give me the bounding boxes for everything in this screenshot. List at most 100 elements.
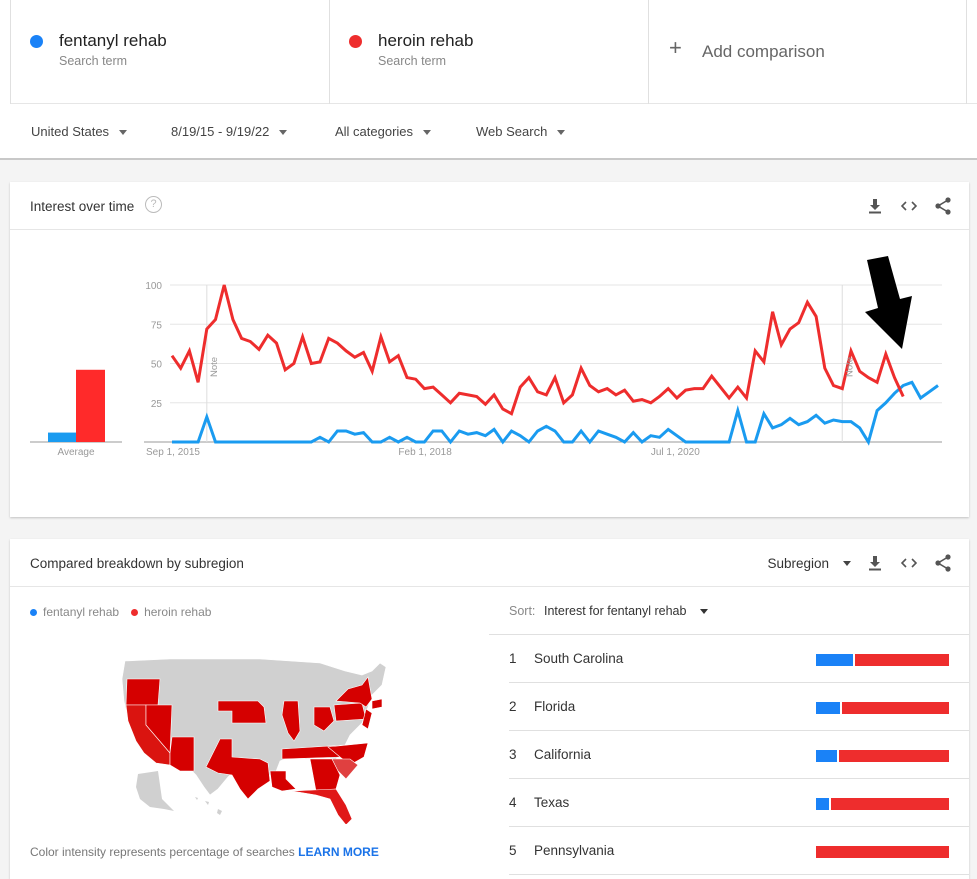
state-name: California <box>534 747 592 762</box>
state-pennsylvania[interactable] <box>333 702 367 722</box>
term-color-dot <box>349 35 362 48</box>
fentanyl-bar-segment <box>816 798 830 810</box>
annotation-arrow <box>865 256 912 349</box>
map-hawaii[interactable] <box>195 797 222 815</box>
category-select[interactable]: All categories <box>335 124 432 139</box>
learn-more-link[interactable]: LEARN MORE <box>298 845 379 859</box>
series-line-fentanyl-rehab[interactable] <box>172 380 939 446</box>
map-note-text: Color intensity represents percentage of… <box>30 845 295 859</box>
region-value: United States <box>31 124 110 139</box>
state-name: Florida <box>534 699 576 714</box>
heroin-bar-segment <box>839 750 949 762</box>
us-map[interactable] <box>110 649 400 824</box>
state-connecticut[interactable] <box>371 698 383 710</box>
rank: 4 <box>509 795 517 810</box>
heroin-bar-segment <box>831 798 949 810</box>
x-tick-label: Jul 1, 2020 <box>651 447 700 458</box>
heroin-bar-segment <box>855 654 949 666</box>
grid <box>144 284 942 443</box>
search-type-select[interactable]: Web Search <box>476 124 566 139</box>
state-name: Texas <box>534 795 570 810</box>
legend-label-heroin: heroin rehab <box>144 605 212 619</box>
legend-dot-fentanyl <box>30 608 37 616</box>
legend-label-fentanyl: fentanyl rehab <box>43 605 120 619</box>
plus-icon: + <box>669 35 682 60</box>
legend-dot-heroin <box>131 608 139 616</box>
search-type-value: Web Search <box>476 124 548 139</box>
average-bars: Average <box>30 369 122 458</box>
map-alaska[interactable] <box>136 771 174 811</box>
comparison-bar <box>816 798 949 810</box>
state-oregon[interactable] <box>125 678 161 706</box>
y-tick-label: 50 <box>151 360 163 371</box>
note-label[interactable]: Note <box>209 357 220 377</box>
map-footnote: Color intensity represents percentage of… <box>30 845 379 859</box>
state-name: South Carolina <box>534 651 624 666</box>
category-value: All categories <box>335 124 414 139</box>
chevron-down-icon <box>843 560 851 566</box>
interest-chart[interactable]: Average 25 50 75 100 Note Note Sep 1, 2015 Feb … <box>10 182 969 517</box>
sort-bar: Sort: Interest for fentanyl rehab <box>489 587 969 635</box>
comparison-bar <box>816 702 949 714</box>
average-bar-fentanyl <box>48 432 76 442</box>
term-color-dot <box>30 35 43 48</box>
term-subtitle: Search term <box>59 54 128 68</box>
view-select-value: Subregion <box>767 555 829 571</box>
note-label[interactable]: Note <box>844 357 855 377</box>
list-item[interactable]: 1 South Carolina <box>509 635 969 683</box>
fentanyl-bar-segment <box>816 750 838 762</box>
sort-select[interactable]: Interest for fentanyl rehab <box>544 604 686 618</box>
x-tick-label: Sep 1, 2015 <box>146 447 200 458</box>
comparison-bar <box>816 846 949 858</box>
list-item[interactable]: 4 Texas <box>509 779 969 827</box>
filter-bar: United States 8/19/15 - 9/19/22 All cate… <box>0 118 977 148</box>
comparison-bar <box>816 750 949 762</box>
region-select[interactable]: United States <box>31 124 128 139</box>
list-item[interactable]: 2 Florida <box>509 683 969 731</box>
sort-label: Sort: <box>509 604 536 618</box>
card-header: Compared breakdown by subregion Subregio… <box>10 539 969 587</box>
term-name: heroin rehab <box>378 31 474 50</box>
date-range-select[interactable]: 8/19/15 - 9/19/22 <box>171 124 288 139</box>
fentanyl-bar-segment <box>816 702 840 714</box>
subregion-list: 1 South Carolina 2 Florida 3 California … <box>509 635 969 875</box>
map-legend: fentanyl rehab heroin rehab <box>30 605 223 619</box>
term-subtitle: Search term <box>378 54 447 68</box>
search-term-fentanyl[interactable]: fentanyl rehab Search term <box>10 0 329 104</box>
average-bar-heroin <box>76 369 105 442</box>
header-panel: fentanyl rehab Search term heroin rehab … <box>0 0 977 160</box>
chevron-down-icon <box>119 130 128 136</box>
search-terms-bar: fentanyl rehab Search term heroin rehab … <box>10 0 977 104</box>
axis-labels: 25 50 75 100 Note Note Sep 1, 2015 Feb 1, 2018 J… <box>145 281 855 458</box>
chevron-down-icon[interactable] <box>700 609 708 614</box>
rank: 2 <box>509 699 517 714</box>
x-tick-label: Feb 1, 2018 <box>398 447 452 458</box>
rank: 1 <box>509 651 517 666</box>
interest-over-time-card: Interest over time ? Average 25 50 75 100 No… <box>10 182 969 517</box>
date-range-value: 8/19/15 - 9/19/22 <box>171 124 270 139</box>
state-florida[interactable] <box>291 788 353 824</box>
download-icon[interactable] <box>865 553 885 573</box>
list-item[interactable]: 3 California <box>509 731 969 779</box>
rank: 5 <box>509 843 517 858</box>
y-tick-label: 25 <box>151 399 163 410</box>
list-item[interactable]: 5 Pennsylvania <box>509 827 969 875</box>
heroin-bar-segment <box>816 846 949 858</box>
add-comparison-label: Add comparison <box>702 42 825 61</box>
share-icon[interactable] <box>933 553 953 573</box>
state-arizona[interactable] <box>169 736 195 772</box>
search-term-heroin[interactable]: heroin rehab Search term <box>329 0 648 104</box>
embed-icon[interactable] <box>899 553 919 573</box>
fentanyl-bar-segment <box>816 654 854 666</box>
term-name: fentanyl rehab <box>59 31 167 50</box>
state-louisiana[interactable] <box>269 770 297 792</box>
chevron-down-icon <box>423 130 432 136</box>
card-actions: Subregion <box>767 553 953 573</box>
average-label: Average <box>57 447 95 458</box>
subregion-view-select[interactable]: Subregion <box>767 556 851 571</box>
add-comparison-button[interactable]: + Add comparison <box>648 0 967 104</box>
subregion-card: Compared breakdown by subregion Subregio… <box>10 539 969 879</box>
heroin-bar-segment <box>841 702 949 714</box>
rank: 3 <box>509 747 517 762</box>
series-line-heroin-rehab[interactable] <box>170 284 905 416</box>
